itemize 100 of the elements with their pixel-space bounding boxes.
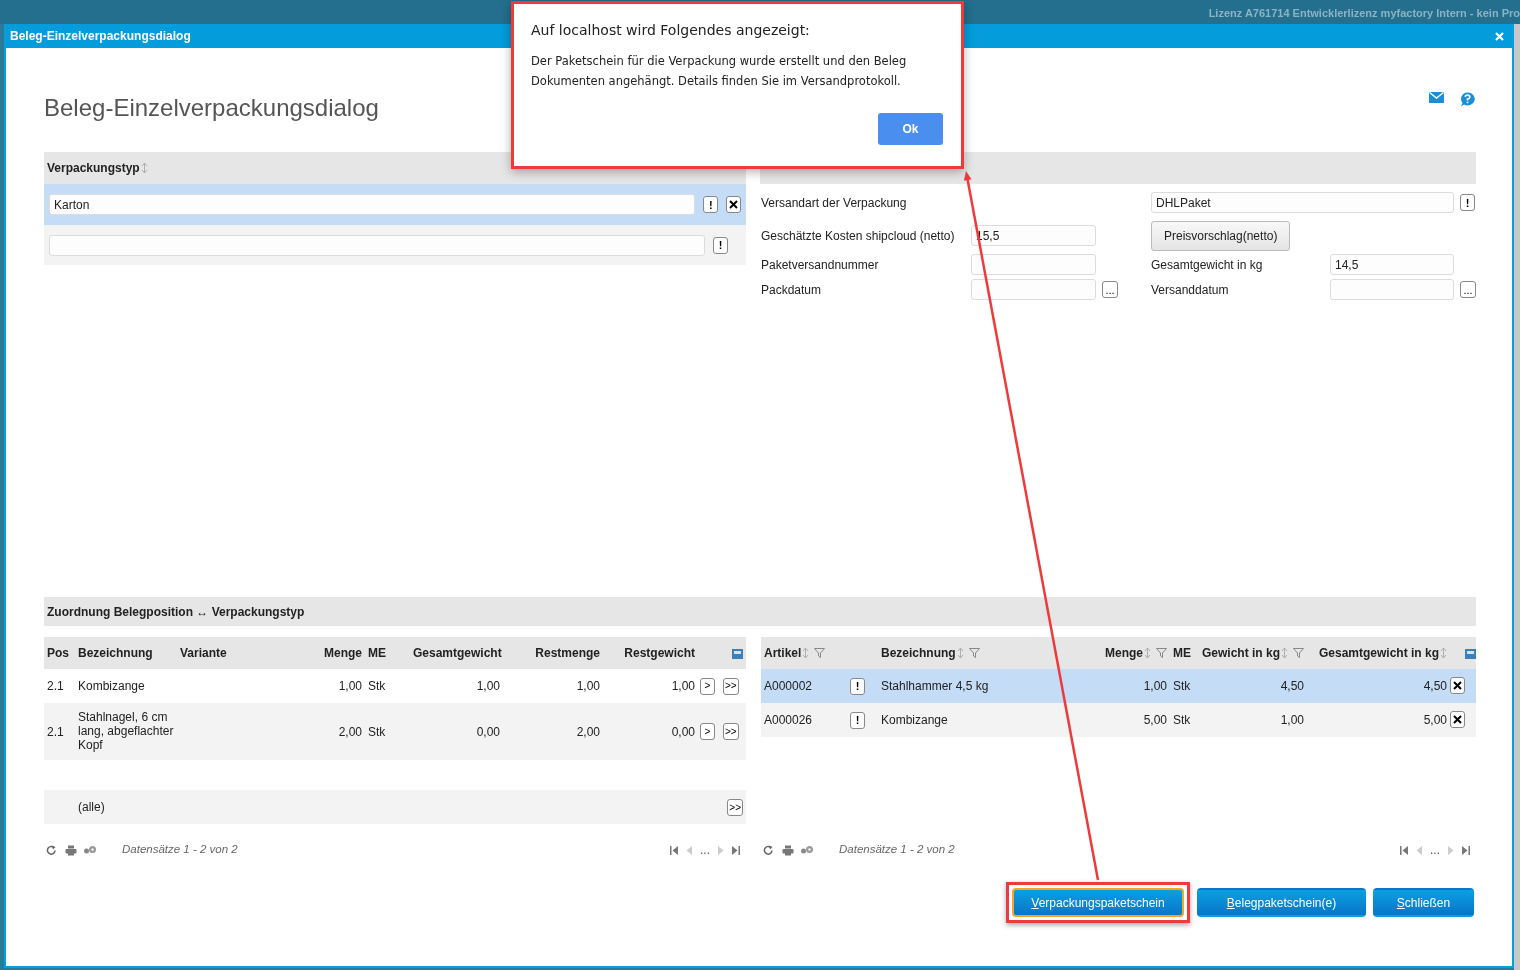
table-cell: Stahlhammer 4,5 kg xyxy=(878,669,1097,703)
page-gap: ... xyxy=(700,842,710,859)
remove-button[interactable] xyxy=(726,196,741,213)
alert-title: Auf localhost wird Folgendes angezeigt: xyxy=(531,21,811,40)
column-header[interactable]: Menge xyxy=(324,646,362,660)
field-label: Gesamtgewicht in kg xyxy=(1151,256,1264,274)
action-button[interactable]: Belegpaketschein(e) xyxy=(1197,888,1366,917)
sort-icon[interactable] xyxy=(1144,647,1151,659)
input-field[interactable] xyxy=(49,234,705,256)
column-header[interactable]: Menge xyxy=(1097,637,1170,669)
column-header[interactable]: Bezeichnung xyxy=(878,637,1097,669)
sort-icon[interactable] xyxy=(1281,647,1288,659)
first-page-icon[interactable] xyxy=(670,845,678,855)
field-label: Packdatum xyxy=(761,282,823,297)
filter-icon[interactable] xyxy=(1156,648,1167,658)
column-header[interactable]: Restmenge xyxy=(535,646,600,660)
previous-page-icon[interactable] xyxy=(1416,845,1422,855)
column-title: Gesamtgewicht in kg xyxy=(1318,645,1439,662)
alert-message: Der Paketschein für die Verpackung wurde erstellt und den Beleg Dokumenten angehängt. Details finden Sie im Versandprotokoll. xyxy=(531,53,908,90)
column-header[interactable]: Pos xyxy=(47,646,69,660)
close-icon xyxy=(729,200,739,209)
table-cell: 2.1 xyxy=(47,724,64,739)
move-button[interactable]: > xyxy=(700,723,715,740)
table-cell: 4,50 xyxy=(1307,669,1450,703)
next-page-icon[interactable] xyxy=(1448,845,1454,855)
column-header[interactable]: Bezeichnung xyxy=(78,646,153,660)
move-all-button[interactable]: >> xyxy=(723,723,739,740)
help-icon[interactable] xyxy=(1460,92,1475,107)
sort-icon[interactable] xyxy=(802,647,810,659)
close-icon xyxy=(1453,715,1462,724)
remove-button[interactable] xyxy=(1450,711,1465,728)
table-cell: 1,00 xyxy=(671,679,695,693)
column-header[interactable]: ME xyxy=(1170,637,1199,669)
table-cell: 1,00 xyxy=(1199,703,1307,737)
last-page-icon[interactable] xyxy=(1462,845,1470,855)
column-header[interactable]: ME xyxy=(368,646,386,660)
gear-icon[interactable] xyxy=(800,845,814,855)
column-settings-icon[interactable] xyxy=(1465,648,1476,659)
close-icon xyxy=(1453,681,1462,690)
column-settings-icon[interactable] xyxy=(732,648,743,659)
column-header[interactable]: Gewicht in kg xyxy=(1199,637,1307,669)
hint-button[interactable]: ! xyxy=(713,236,728,254)
input-field[interactable]: Karton xyxy=(49,194,696,215)
input-field[interactable] xyxy=(971,279,1096,300)
table-cell: 2,00 xyxy=(338,724,362,739)
filter-icon[interactable] xyxy=(1293,648,1304,658)
column-header[interactable]: Gesamtgewicht xyxy=(413,646,502,660)
date-picker-button[interactable]: ... xyxy=(1102,281,1118,298)
table-cell: Kombizange xyxy=(878,703,1097,737)
hint-button[interactable]: ! xyxy=(703,196,719,213)
section-header: Zuordnung Belegposition ↔ Verpackungstyp xyxy=(44,597,1476,626)
hint-button[interactable]: ! xyxy=(1460,194,1475,211)
print-icon[interactable] xyxy=(65,844,77,856)
record-count: Datensätze 1 - 2 von 2 xyxy=(122,842,238,858)
table-row[interactable]: A000002 ! Stahlhammer 4,5 kg 1,00 Stk 4,50 4,50 xyxy=(761,669,1476,703)
close-icon[interactable] xyxy=(1495,31,1504,41)
date-picker-button[interactable]: ... xyxy=(1460,281,1476,298)
page-gap: ... xyxy=(1430,842,1440,859)
last-page-icon[interactable] xyxy=(732,845,740,855)
action-button[interactable]: Verpackungspaketschein xyxy=(1012,888,1184,917)
input-field[interactable] xyxy=(1330,279,1454,300)
column-header[interactable]: Variante xyxy=(180,646,227,660)
sort-icon[interactable] xyxy=(1440,647,1447,659)
next-page-icon[interactable] xyxy=(718,845,724,855)
action-button[interactable]: Schließen xyxy=(1373,888,1474,917)
sort-icon[interactable] xyxy=(956,647,964,659)
print-icon[interactable] xyxy=(782,844,794,856)
move-all-button[interactable]: >> xyxy=(723,677,739,695)
move-button[interactable]: > xyxy=(700,677,715,695)
table-cell: 0,00 xyxy=(671,724,695,739)
filter-icon[interactable] xyxy=(814,648,826,658)
input-field[interactable]: DHLPaket xyxy=(1151,192,1454,213)
move-all-button[interactable]: >> xyxy=(727,799,743,817)
first-page-icon[interactable] xyxy=(1400,845,1408,855)
hint-button[interactable]: ! xyxy=(850,677,865,695)
refresh-icon[interactable] xyxy=(46,844,57,856)
refresh-icon[interactable] xyxy=(763,844,774,856)
page-heading: Beleg-Einzelverpackungsdialog xyxy=(44,94,379,123)
table-cell: 1,00 xyxy=(1097,669,1170,703)
gear-icon[interactable] xyxy=(83,845,97,855)
table-cell: Kombizange xyxy=(78,679,145,693)
hint-button[interactable]: ! xyxy=(850,711,865,729)
input-field[interactable]: 14,5 xyxy=(1330,254,1454,275)
table-row[interactable]: A000026 ! Kombizange 5,00 Stk 1,00 5,00 xyxy=(761,703,1476,737)
column-header[interactable]: Artikel xyxy=(761,637,878,669)
table-cell: Stk xyxy=(1170,703,1199,737)
sort-icon[interactable] xyxy=(140,162,148,174)
table-cell: 2.1 xyxy=(47,679,64,693)
list-row[interactable]: Karton ! xyxy=(44,184,746,225)
price-button[interactable]: Preisvorschlag(netto) xyxy=(1151,220,1291,251)
license-text: Lizenz A761714 Entwicklerlizenz myfactory Intern - kein Pro xyxy=(1208,6,1520,21)
previous-page-icon[interactable] xyxy=(686,845,692,855)
field-label: Versandart der Verpackung xyxy=(761,195,908,210)
input-field[interactable] xyxy=(971,254,1096,275)
column-header[interactable]: Gesamtgewicht in kg xyxy=(1307,637,1450,669)
remove-button[interactable] xyxy=(1450,677,1465,694)
mail-icon[interactable] xyxy=(1429,92,1444,103)
filter-icon[interactable] xyxy=(968,648,980,658)
column-header[interactable]: Restgewicht xyxy=(624,646,695,660)
list-row[interactable]: ! xyxy=(44,225,746,265)
